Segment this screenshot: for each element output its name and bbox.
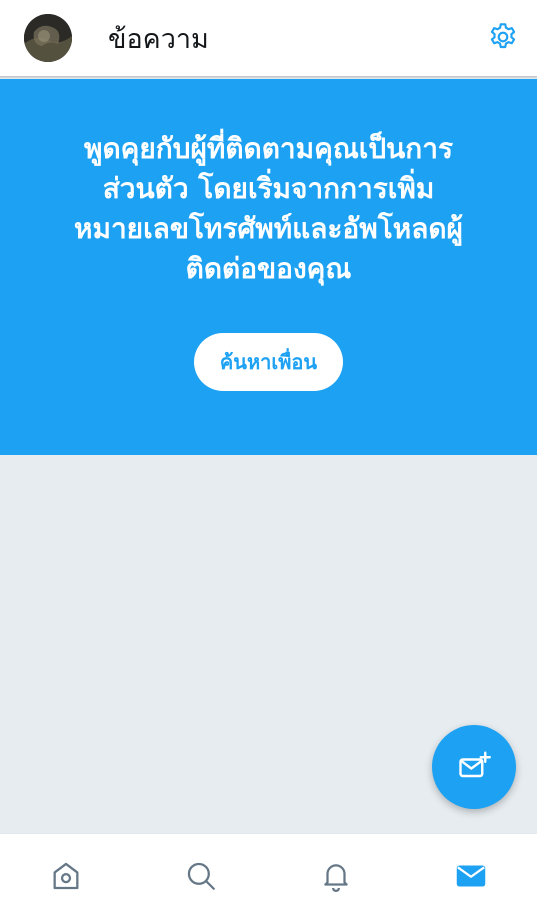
avatar-image xyxy=(24,14,72,62)
messages-screen: ข้อความ พูดคุยกับผู้ที่ติดตามคุณเป็นการส… xyxy=(0,0,537,914)
profile-avatar[interactable] xyxy=(24,14,72,62)
nav-search[interactable] xyxy=(181,856,221,896)
header-divider xyxy=(0,76,537,79)
banner-message: พูดคุยกับผู้ที่ติดตามคุณเป็นการส่วนตัว โ… xyxy=(74,132,463,285)
mail-icon xyxy=(456,865,486,887)
settings-button[interactable] xyxy=(486,20,520,54)
bell-icon xyxy=(324,864,348,892)
search-icon xyxy=(187,862,215,890)
find-friends-button[interactable]: ค้นหาเพื่อน xyxy=(193,333,344,391)
new-message-icon xyxy=(459,751,491,778)
page-title: ข้อความ xyxy=(108,23,209,55)
bottom-navigation xyxy=(0,833,537,914)
find-friends-banner: พูดคุยกับผู้ที่ติดตามคุณเป็นการส่วนตัว โ… xyxy=(0,79,537,455)
gear-icon xyxy=(490,23,516,49)
home-icon xyxy=(53,862,79,890)
nav-home[interactable] xyxy=(46,856,86,896)
top-header: ข้อความ xyxy=(0,0,537,76)
nav-notifications[interactable] xyxy=(316,856,356,896)
nav-messages[interactable] xyxy=(451,856,491,896)
new-message-button[interactable] xyxy=(432,725,516,809)
